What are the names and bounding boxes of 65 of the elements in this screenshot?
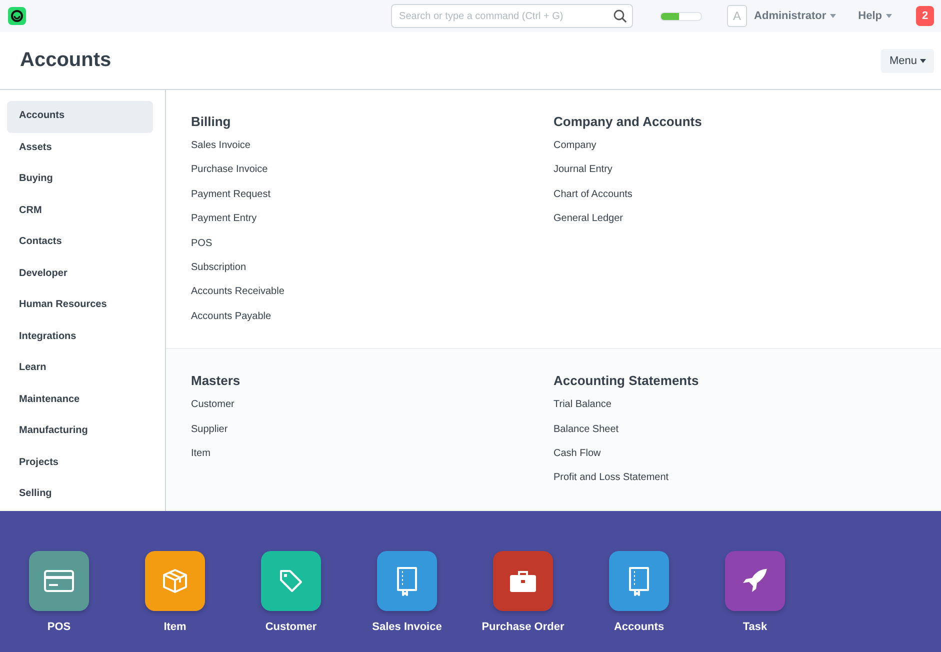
user-avatar: A <box>727 5 748 27</box>
menu-button[interactable]: Menu <box>881 48 934 72</box>
module-link[interactable]: Customer <box>191 398 234 423</box>
module-link[interactable]: POS <box>191 236 212 261</box>
sidebar-item[interactable]: CRM <box>7 196 153 227</box>
shortcut-tile[interactable] <box>261 551 321 611</box>
module-link[interactable]: Balance Sheet <box>554 422 619 447</box>
search-icon <box>613 9 628 23</box>
rocket-icon <box>741 567 769 595</box>
tag-icon <box>278 568 304 594</box>
briefcase-icon <box>509 569 537 593</box>
shortcut-tile[interactable] <box>725 551 785 611</box>
module-link[interactable]: Trial Balance <box>554 398 612 423</box>
section-heading: Billing <box>191 114 231 129</box>
shortcut-label: Customer <box>265 621 317 633</box>
help-menu[interactable]: Help <box>858 10 892 22</box>
shortcut-label: Accounts <box>614 621 664 633</box>
user-menu[interactable]: Administrator <box>754 10 836 22</box>
module-link[interactable]: Profit and Loss Statement <box>554 471 669 496</box>
sidebar-item[interactable]: Accounts <box>7 101 153 132</box>
module-link[interactable]: Purchase Invoice <box>191 163 268 188</box>
module-link[interactable]: Accounts Payable <box>191 310 272 334</box>
page-title: Accounts <box>20 49 112 72</box>
sidebar-item[interactable]: Learn <box>7 353 153 384</box>
module-link[interactable]: Payment Entry <box>191 212 257 237</box>
section-heading: Accounting Statements <box>554 373 699 388</box>
module-link[interactable]: Cash Flow <box>554 446 601 472</box>
sidebar-item[interactable]: Contacts <box>7 227 153 258</box>
box-icon <box>161 568 189 594</box>
shortcut-label: POS <box>47 621 71 633</box>
shortcut-tile[interactable] <box>609 551 669 611</box>
sidebar-item[interactable]: Projects <box>7 448 153 479</box>
search-field[interactable]: Search or type a command (Ctrl + G) <box>391 4 634 28</box>
shortcut-label: Purchase Order <box>482 621 564 633</box>
shortcut-label: Item <box>164 621 186 633</box>
sidebar-item[interactable]: Integrations <box>7 322 153 353</box>
sidebar-item[interactable]: Assets <box>7 132 153 164</box>
section-heading: Company and Accounts <box>554 114 702 129</box>
shortcut-label: Sales Invoice <box>372 621 442 633</box>
sidebar-item[interactable]: Selling <box>7 479 153 510</box>
module-link[interactable]: Sales Invoice <box>191 139 250 164</box>
module-link[interactable]: Journal Entry <box>554 163 612 188</box>
sidebar-item[interactable]: Buying <box>7 164 153 196</box>
module-link[interactable]: General Ledger <box>554 212 623 237</box>
module-link[interactable]: Accounts Receivable <box>191 285 284 310</box>
shortcut-tile[interactable] <box>145 551 205 611</box>
book-icon <box>396 566 418 596</box>
shortcut-tile[interactable] <box>377 551 437 611</box>
card-icon <box>44 570 74 592</box>
module-link[interactable]: Item <box>191 446 210 472</box>
module-link[interactable]: Company <box>554 139 596 164</box>
module-link[interactable]: Payment Request <box>191 188 270 212</box>
app-logo-icon[interactable] <box>8 7 26 25</box>
sidebar-item[interactable]: Manufacturing <box>7 416 153 448</box>
section-heading: Masters <box>191 373 240 388</box>
shortcut-tile[interactable] <box>29 551 89 611</box>
sidebar-item[interactable]: Maintenance <box>7 384 153 416</box>
shortcut-label: Task <box>742 621 768 633</box>
module-link[interactable]: Subscription <box>191 260 246 286</box>
module-link[interactable]: Chart of Accounts <box>554 188 632 212</box>
shortcut-tile[interactable] <box>493 551 553 611</box>
sidebar-item[interactable]: Human Resources <box>7 290 153 322</box>
sidebar-item[interactable]: Developer <box>7 258 153 290</box>
module-link[interactable]: Supplier <box>191 422 228 447</box>
book-icon <box>628 566 650 596</box>
